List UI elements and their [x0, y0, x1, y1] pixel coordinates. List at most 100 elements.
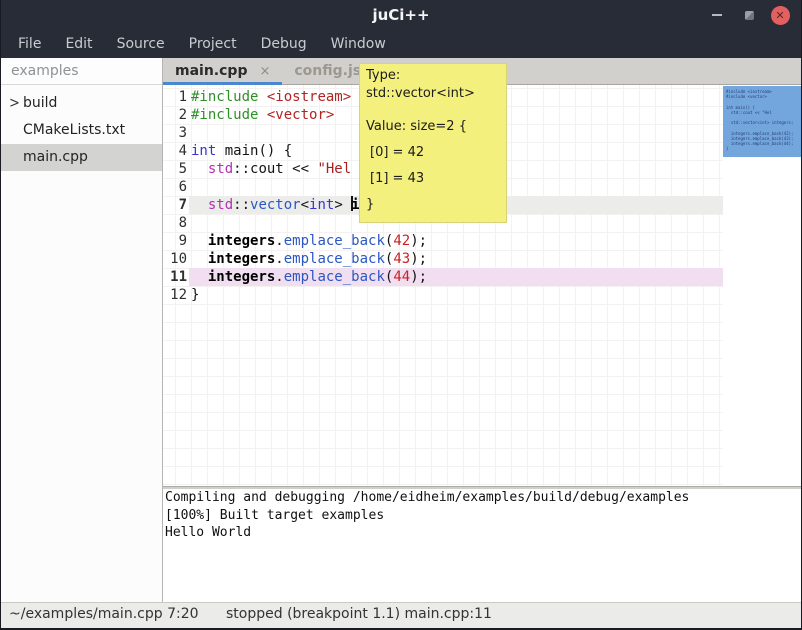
tooltip-value-line: [1] = 43 [366, 166, 500, 192]
code-token: int [191, 143, 216, 159]
line-number[interactable]: 4 [163, 142, 187, 160]
window-title: juCi++ [1, 6, 801, 24]
file-tree-header: examples [1, 58, 162, 85]
close-icon: ✕ [771, 6, 790, 25]
code-token: <iostream> [267, 89, 351, 105]
code-token: 44 [393, 269, 410, 285]
tree-item-label: CMakeLists.txt [23, 122, 125, 138]
code-line-10: integers.emplace_back(43); [191, 250, 427, 268]
menu-item-debug[interactable]: Debug [256, 34, 312, 54]
line-number[interactable]: 8 [163, 214, 187, 232]
code-token: #include [191, 89, 258, 105]
line-number[interactable]: 3 [163, 124, 187, 142]
code-line-9: integers.emplace_back(42); [191, 232, 427, 250]
tree-item-label: main.cpp [23, 149, 88, 165]
code-token: ); [410, 269, 427, 285]
tree-item-main-cpp[interactable]: main.cpp [1, 144, 162, 171]
line-number[interactable]: 6 [163, 178, 187, 196]
code-token: 43 [393, 251, 410, 267]
code-token: std [208, 197, 233, 213]
code-token: > [334, 197, 351, 213]
status-file-location: ~/examples/main.cpp 7:20 [9, 606, 199, 622]
status-debug-state: stopped (breakpoint 1.1) main.cpp:11 [226, 606, 492, 622]
code-token: #include [191, 107, 258, 123]
minimap-code: #include <iostream> #include <vector> in… [726, 89, 801, 151]
tree-item-build[interactable]: >build [1, 90, 162, 117]
terminal-line: Hello World [165, 524, 801, 542]
code-token: integers [208, 233, 275, 249]
line-number[interactable]: 5 [163, 160, 187, 178]
line-number[interactable]: 10 [163, 250, 187, 268]
file-tree: >build CMakeLists.txt main.cpp [1, 85, 162, 171]
line-number[interactable]: 7 [163, 196, 187, 214]
tooltip-value-line: Value: size=2 { [366, 114, 500, 140]
code-token: "Hel [317, 161, 351, 177]
code-token [191, 197, 208, 213]
tree-item-cmakelists-txt[interactable]: CMakeLists.txt [1, 117, 162, 144]
line-number[interactable]: 9 [163, 232, 187, 250]
minimize-icon [712, 14, 722, 16]
tab-main-cpp[interactable]: main.cpp × [163, 58, 282, 84]
menu-item-file[interactable]: File [13, 34, 46, 54]
code-token [258, 89, 266, 105]
code-token [191, 233, 208, 249]
code-token: main() { [216, 143, 292, 159]
line-number-gutter[interactable]: 123456789101112 [163, 88, 187, 304]
terminal-line: Compiling and debugging /home/eidheim/ex… [165, 489, 801, 507]
tooltip-value-block: Value: size=2 {[0] = 42[1] = 43} [366, 114, 500, 218]
file-tree-panel: examples >build CMakeLists.txt main.cpp [1, 58, 162, 602]
code-token: . [275, 251, 283, 267]
code-token: emplace_back [284, 251, 385, 267]
code-token: vector [250, 197, 301, 213]
code-token: < [301, 197, 309, 213]
code-token [191, 161, 208, 177]
code-token: . [275, 269, 283, 285]
close-button[interactable]: ✕ [767, 0, 793, 30]
code-token: :: [233, 197, 250, 213]
code-token: 42 [393, 233, 410, 249]
terminal-line: [100%] Built target examples [165, 507, 801, 525]
code-line-12: } [191, 286, 427, 304]
expander-chevron-icon[interactable]: > [9, 88, 20, 119]
juci-window: juCi++ ✕ File Edit Source Project Debug Windo… [0, 0, 802, 630]
titlebar[interactable]: juCi++ ✕ [1, 0, 801, 30]
code-line-11: integers.emplace_back(44); [191, 268, 427, 286]
tree-item-label: build [23, 95, 57, 111]
code-token: integers [208, 251, 275, 267]
line-number[interactable]: 1 [163, 88, 187, 106]
code-token: . [275, 233, 283, 249]
line-number[interactable]: 2 [163, 106, 187, 124]
restore-button[interactable] [737, 0, 761, 30]
code-token: int [309, 197, 334, 213]
minimap[interactable]: #include <iostream> #include <vector> in… [723, 85, 802, 486]
tooltip-value-line: [0] = 42 [366, 140, 500, 166]
line-number[interactable]: 11 [163, 268, 187, 286]
tooltip-type-line: Type: std::vector<int> [366, 67, 500, 103]
code-token: <vector> [267, 107, 334, 123]
statusbar: ~/examples/main.cpp 7:20 stopped (breakp… [1, 602, 801, 628]
debug-value-tooltip: Type: std::vector<int> Value: size=2 {[0… [359, 63, 507, 223]
code-token: integers [208, 269, 275, 285]
code-token: emplace_back [284, 269, 385, 285]
code-token: ); [410, 233, 427, 249]
tab-label: main.cpp [175, 63, 247, 79]
menu-item-project[interactable]: Project [184, 34, 242, 54]
code-token: } [191, 287, 199, 303]
menu-item-edit[interactable]: Edit [60, 34, 97, 54]
minimap-slider[interactable]: #include <iostream> #include <vector> in… [723, 86, 802, 157]
code-token [191, 251, 208, 267]
code-token [191, 269, 208, 285]
line-number[interactable]: 12 [163, 286, 187, 304]
code-token [258, 107, 266, 123]
menubar: File Edit Source Project Debug Window [1, 30, 801, 58]
code-token: ::cout << [233, 161, 317, 177]
tooltip-value-line: } [366, 192, 500, 218]
menu-item-window[interactable]: Window [326, 34, 391, 54]
terminal-output[interactable]: Compiling and debugging /home/eidheim/ex… [163, 489, 802, 602]
tab-close-icon[interactable]: × [259, 64, 270, 79]
menu-item-source[interactable]: Source [112, 34, 170, 54]
code-token: std [208, 161, 233, 177]
minimize-button[interactable] [705, 0, 729, 30]
restore-icon [745, 11, 754, 20]
code-token: ); [410, 251, 427, 267]
